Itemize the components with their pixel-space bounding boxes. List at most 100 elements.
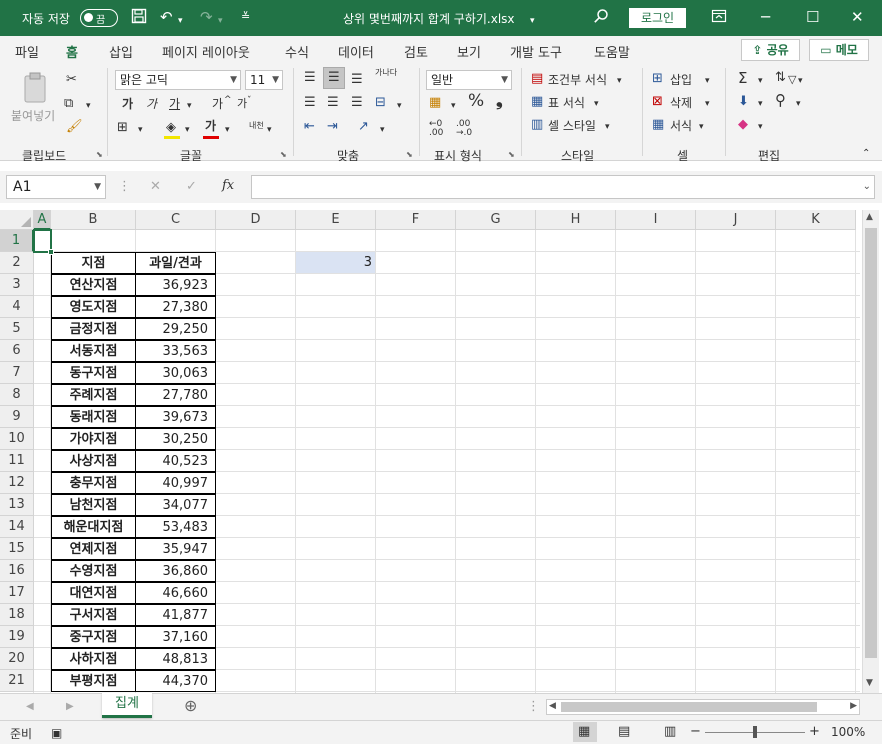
row-header-9[interactable]: 9: [0, 406, 34, 428]
table-cell-value[interactable]: 34,077: [135, 494, 216, 516]
maximize-icon[interactable]: ☐: [806, 8, 819, 26]
vertical-scroll-thumb[interactable]: [865, 228, 877, 658]
align-bottom-icon[interactable]: ☰: [351, 72, 363, 88]
fill-handle[interactable]: [48, 249, 54, 255]
name-box[interactable]: A1 ▼: [6, 175, 106, 199]
confirm-entry-icon[interactable]: ✓: [186, 179, 197, 195]
close-icon[interactable]: ✕: [851, 8, 864, 26]
tab-splitter-icon[interactable]: ⋮: [527, 699, 540, 715]
table-cell-branch[interactable]: 부평지점: [51, 670, 136, 692]
table-cell-value[interactable]: 29,250: [135, 318, 216, 340]
column-header-h[interactable]: H: [536, 210, 616, 230]
row-header-1[interactable]: 1: [0, 230, 34, 252]
next-sheet-icon[interactable]: ▶: [66, 699, 74, 715]
autosave-toggle[interactable]: 끔: [80, 9, 118, 27]
scroll-up-icon[interactable]: ▲: [866, 212, 873, 222]
clear-dropdown-icon[interactable]: ▾: [758, 119, 763, 135]
clear-icon[interactable]: ◆: [738, 117, 748, 133]
horizontal-scrollbar[interactable]: ◀ ▶: [546, 699, 860, 715]
horizontal-scroll-thumb[interactable]: [561, 702, 817, 712]
zoom-out-icon[interactable]: −: [690, 724, 701, 740]
column-header-e[interactable]: E: [296, 210, 376, 230]
ribbon-display-options-icon[interactable]: [711, 8, 727, 28]
row-header-18[interactable]: 18: [0, 604, 34, 626]
undo-dropdown-icon[interactable]: ▾: [178, 12, 183, 30]
column-header-k[interactable]: K: [776, 210, 856, 230]
zoom-in-icon[interactable]: +: [809, 724, 820, 740]
column-header-b[interactable]: B: [51, 210, 136, 230]
row-header-5[interactable]: 5: [0, 318, 34, 340]
table-cell-value[interactable]: 53,483: [135, 516, 216, 538]
table-cell-branch[interactable]: 지점: [51, 252, 136, 274]
table-cell-branch[interactable]: 동래지점: [51, 406, 136, 428]
column-header-d[interactable]: D: [216, 210, 296, 230]
tab-home[interactable]: 홈: [64, 42, 80, 67]
column-header-j[interactable]: J: [696, 210, 776, 230]
autosum-dropdown-icon[interactable]: ▾: [758, 73, 763, 89]
table-cell-branch[interactable]: 수영지점: [51, 560, 136, 582]
column-header-c[interactable]: C: [136, 210, 216, 230]
find-select-icon[interactable]: ⚲: [775, 92, 786, 108]
row-header-12[interactable]: 12: [0, 472, 34, 494]
tab-review[interactable]: 검토: [404, 42, 428, 61]
insert-cells-button[interactable]: 삽입: [670, 71, 692, 88]
row-header-6[interactable]: 6: [0, 340, 34, 362]
row-header-17[interactable]: 17: [0, 582, 34, 604]
table-cell-branch[interactable]: 서동지점: [51, 340, 136, 362]
table-cell-value[interactable]: 35,947: [135, 538, 216, 560]
search-icon[interactable]: [593, 8, 609, 28]
select-all-button[interactable]: [0, 210, 34, 230]
table-cell-branch[interactable]: 연산지점: [51, 274, 136, 296]
scroll-right-icon[interactable]: ▶: [850, 701, 857, 711]
format-cells-dropdown-icon[interactable]: ▾: [699, 119, 704, 135]
accounting-dropdown-icon[interactable]: ▾: [451, 98, 456, 114]
table-cell-branch[interactable]: 충무지점: [51, 472, 136, 494]
borders-icon[interactable]: ⊞: [117, 120, 128, 136]
format-as-table-dropdown-icon[interactable]: ▾: [594, 96, 599, 112]
format-cells-icon[interactable]: ▦: [652, 117, 664, 133]
table-cell-value[interactable]: 48,813: [135, 648, 216, 670]
table-cell-branch[interactable]: 구서지점: [51, 604, 136, 626]
normal-view-button[interactable]: ▦: [573, 722, 597, 742]
autosum-icon[interactable]: Σ: [738, 70, 747, 86]
undo-icon[interactable]: ↶: [160, 8, 173, 26]
table-cell-value[interactable]: 27,380: [135, 296, 216, 318]
table-cell-value[interactable]: 27,780: [135, 384, 216, 406]
table-cell-branch[interactable]: 가야지점: [51, 428, 136, 450]
format-as-table-icon[interactable]: ▦: [531, 94, 543, 110]
page-layout-view-icon[interactable]: ▤: [618, 724, 630, 740]
merge-center-icon[interactable]: ⊟: [375, 95, 386, 111]
number-format-select[interactable]: 일반 ▼: [426, 70, 512, 90]
table-cell-branch[interactable]: 대연지점: [51, 582, 136, 604]
underline-dropdown-icon[interactable]: ▾: [187, 98, 192, 114]
table-cell-value[interactable]: 39,673: [135, 406, 216, 428]
align-middle-button[interactable]: ☰: [323, 67, 345, 89]
alignment-launcher-icon[interactable]: ⬊: [406, 150, 413, 159]
sheet-tab-active[interactable]: 집계: [102, 693, 152, 718]
table-cell-value[interactable]: 41,877: [135, 604, 216, 626]
collapse-ribbon-icon[interactable]: ⌃: [862, 146, 870, 162]
row-header-11[interactable]: 11: [0, 450, 34, 472]
decrease-indent-icon[interactable]: ⇤: [304, 119, 315, 135]
row-header-2[interactable]: 2: [0, 252, 34, 274]
row-header-16[interactable]: 16: [0, 560, 34, 582]
fill-icon[interactable]: ⬇: [738, 94, 749, 110]
table-cell-branch[interactable]: 해운대지점: [51, 516, 136, 538]
comments-button[interactable]: ▭ 메모: [809, 39, 869, 61]
increase-decimal-icon[interactable]: ←0.00: [429, 120, 443, 138]
table-cell-value[interactable]: 40,997: [135, 472, 216, 494]
title-dropdown-icon[interactable]: ▾: [530, 12, 535, 30]
conditional-format-button[interactable]: 조건부 서식: [548, 71, 607, 88]
table-cell-branch[interactable]: 영도지점: [51, 296, 136, 318]
table-cell-value[interactable]: 44,370: [135, 670, 216, 692]
column-header-i[interactable]: I: [616, 210, 696, 230]
redo-dropdown-icon[interactable]: ▾: [218, 12, 223, 30]
fill-dropdown-icon[interactable]: ▾: [758, 96, 763, 112]
vertical-scrollbar[interactable]: ▲ ▼: [862, 210, 879, 693]
cell-styles-icon[interactable]: ▥: [531, 117, 543, 133]
tab-developer[interactable]: 개발 도구: [510, 42, 562, 61]
cell-styles-button[interactable]: 셀 스타일: [548, 117, 596, 134]
italic-button[interactable]: 가: [146, 96, 157, 112]
redo-icon[interactable]: ↷: [200, 8, 213, 26]
tab-page-layout[interactable]: 페이지 레이아웃: [162, 42, 250, 61]
